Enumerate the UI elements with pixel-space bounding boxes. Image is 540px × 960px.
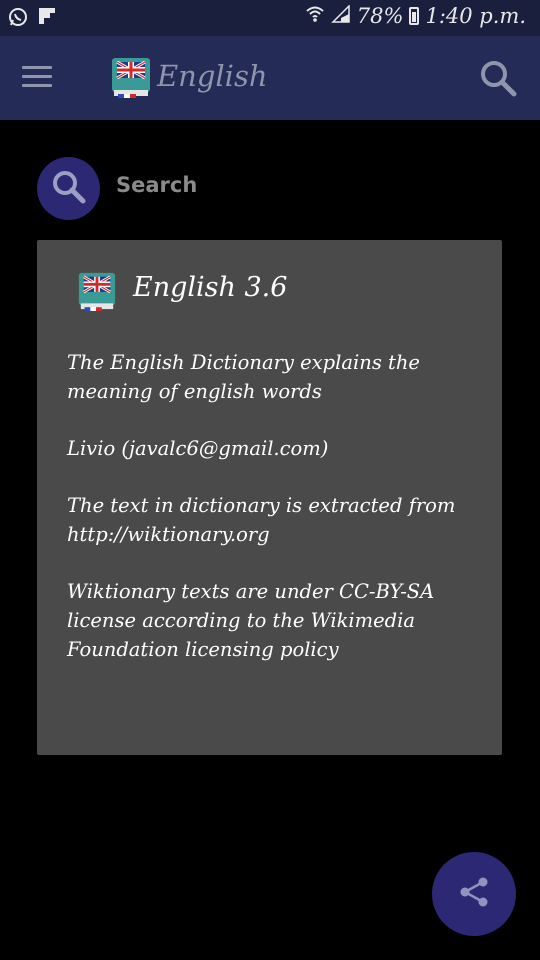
- about-title: English 3.6: [133, 272, 288, 303]
- about-license: Wiktionary texts are under CC-BY-SA lice…: [67, 580, 435, 661]
- app-logo-icon: [110, 54, 152, 100]
- wifi-icon: [305, 4, 325, 28]
- share-button[interactable]: [432, 852, 516, 936]
- clock: 1:40 p.m.: [425, 4, 526, 28]
- toolbar-search-icon[interactable]: [478, 58, 518, 98]
- battery-icon: [409, 7, 420, 25]
- status-bar: 78% 1:40 p.m.: [0, 0, 540, 36]
- dictionary-logo-icon: [77, 268, 117, 314]
- search-icon: [50, 168, 88, 210]
- battery-percent: 78%: [356, 4, 404, 28]
- app-title: English: [157, 59, 268, 93]
- app-bar: English: [0, 36, 540, 120]
- about-source: The text in dictionary is extracted from…: [67, 494, 456, 546]
- about-dialog: English 3.6 The English Dictionary expla…: [37, 240, 502, 755]
- about-body: The English Dictionary explains the mean…: [67, 348, 487, 692]
- search-label[interactable]: Search: [116, 173, 197, 197]
- whatsapp-icon: [8, 7, 28, 31]
- about-author: Livio (javalc6@gmail.com): [67, 437, 329, 460]
- menu-icon[interactable]: [22, 66, 52, 88]
- search-button[interactable]: [37, 157, 100, 220]
- flipboard-icon: [38, 7, 56, 31]
- about-description: The English Dictionary explains the mean…: [67, 351, 420, 403]
- share-icon: [457, 875, 491, 913]
- signal-icon: [330, 4, 351, 28]
